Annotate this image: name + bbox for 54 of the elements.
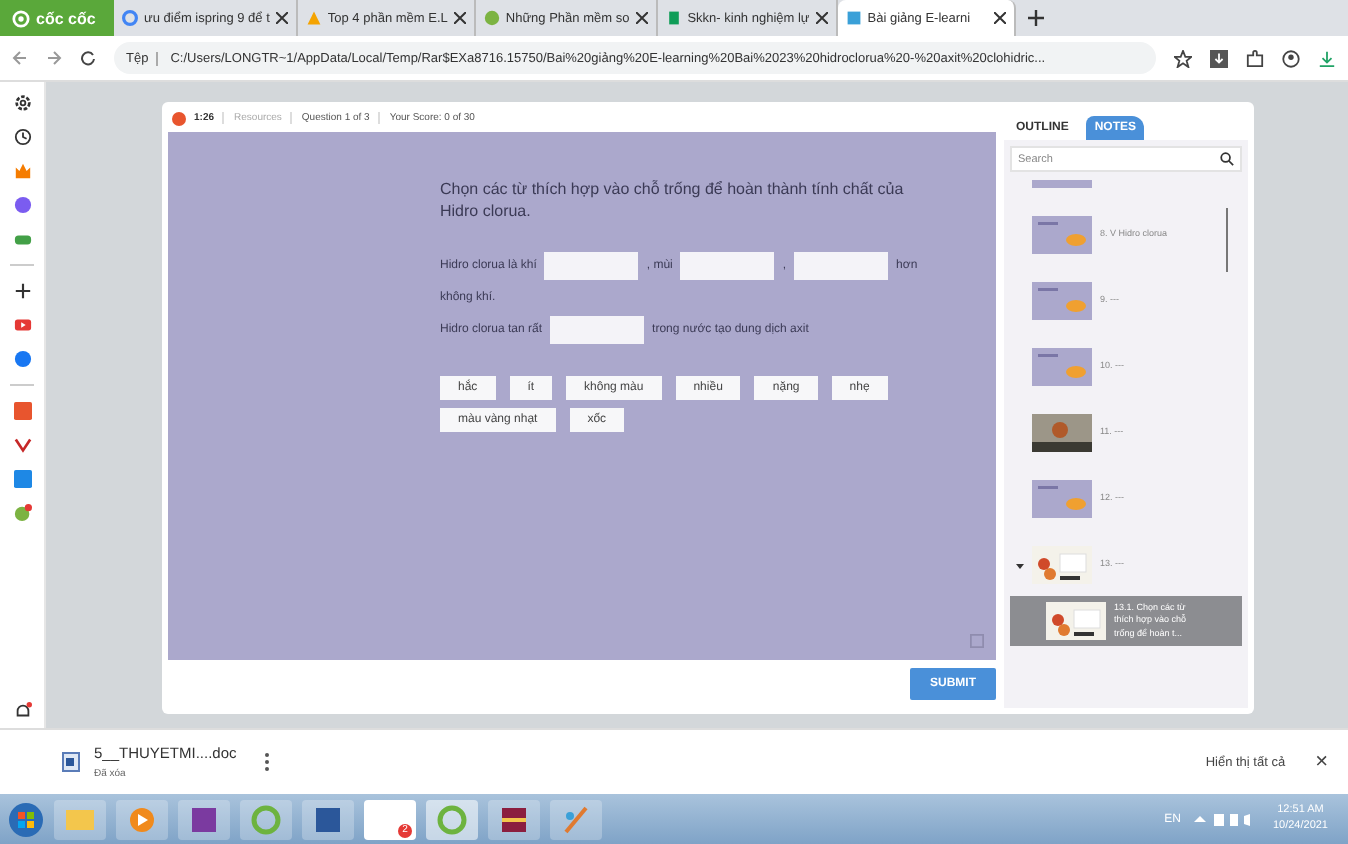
puzzle-icon[interactable] [1246,49,1264,67]
scrollbar-thumb[interactable] [1225,208,1228,272]
notebook-icon[interactable] [178,799,230,839]
blank-field[interactable] [550,315,645,344]
logo-icon [12,9,30,27]
media-player-icon[interactable] [116,799,168,839]
site-icon [305,10,322,26]
star-icon[interactable] [1174,49,1192,67]
archive-icon[interactable] [488,799,540,839]
app-icon[interactable] [13,402,31,420]
close-icon[interactable] [635,12,648,24]
document-app-icon[interactable] [302,799,354,839]
history-icon[interactable] [13,128,31,146]
close-icon[interactable] [815,12,828,24]
close-button[interactable]: × [1315,750,1328,774]
document-icon [62,752,80,772]
bell-icon[interactable] [13,702,31,720]
add-icon[interactable] [13,282,31,300]
question-prompt: Chọn các từ thích hợp vào chỗ trống để hoàn thành tính chất của Hidro clorua. [440,180,906,224]
reload-icon[interactable] [80,50,96,66]
new-tab-icon[interactable] [1027,10,1044,26]
slide-thumbnail [1046,602,1106,640]
slide-thumbnail [1032,348,1092,386]
crown-icon[interactable] [13,162,31,180]
tray-icons-drawing[interactable] [1194,811,1255,827]
slide-thumbnail [1032,216,1092,254]
close-icon[interactable] [275,12,288,24]
app-icon[interactable] [13,470,31,488]
video-icon[interactable] [13,316,31,334]
more-icon[interactable] [264,752,270,772]
site-icon [122,10,138,26]
chat-icon[interactable] [13,504,31,522]
slide-thumbnail [1032,282,1092,320]
forward-icon[interactable] [46,50,62,66]
close-icon[interactable] [453,12,466,24]
download-arrow-icon[interactable] [1318,49,1336,67]
account-icon[interactable] [1282,49,1300,67]
blank-field[interactable] [680,251,775,280]
search-icon[interactable] [1220,152,1234,166]
download-icon[interactable] [1210,49,1228,67]
site-icon [665,10,682,26]
close-icon[interactable] [993,12,1006,24]
timer-icon [172,111,186,125]
slide-thumbnail [1032,546,1092,584]
caret-icon [1016,561,1024,569]
site-icon [483,10,500,26]
back-icon[interactable] [12,50,28,66]
settings-icon[interactable] [13,94,31,112]
blank-field[interactable] [544,251,639,280]
slide-thumbnail [1032,480,1092,518]
site-icon [845,10,862,26]
slide-thumbnail [1032,414,1092,452]
blank-field[interactable] [794,251,889,280]
start-icon[interactable] [8,801,44,837]
